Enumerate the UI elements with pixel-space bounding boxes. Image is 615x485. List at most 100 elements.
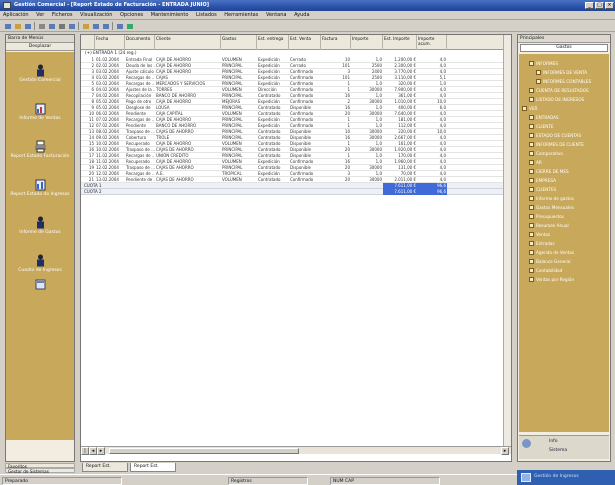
- column-header[interactable]: Importe acum.: [417, 35, 447, 50]
- tree-node[interactable]: INFORMES: [529, 60, 558, 67]
- tree-node[interactable]: VER: [522, 105, 537, 112]
- tree-node-label: Entradas: [536, 241, 555, 246]
- tab-report-2[interactable]: Report Est.: [130, 463, 176, 472]
- tree-node[interactable]: ESTADO DE CUENTAS: [529, 132, 581, 139]
- tree-node-label: CLIENTES: [536, 187, 557, 192]
- tree-node[interactable]: INFORMES DE CLIENTE: [529, 141, 584, 148]
- tree-node[interactable]: INFORMES CONTABLES: [536, 78, 591, 85]
- menu-item[interactable]: Ventana: [263, 11, 290, 19]
- shortcut-report-estado-facturacion[interactable]: Report Estado Facturación: [6, 140, 74, 160]
- column-header[interactable]: Est. entrega: [257, 35, 289, 50]
- folder-icon: [536, 70, 541, 75]
- column-header[interactable]: Fecha: [95, 35, 125, 50]
- tab-report-1[interactable]: Report Est.: [82, 463, 128, 472]
- minimize-button[interactable]: _: [585, 2, 594, 9]
- right-panel-selector[interactable]: Gastos: [520, 44, 608, 52]
- folder-icon: [529, 178, 534, 183]
- tree-node[interactable]: Informe de gastos: [529, 195, 574, 202]
- tree-node[interactable]: Ventas: [529, 231, 550, 238]
- menu-item[interactable]: Ayuda: [291, 11, 312, 19]
- copy-icon[interactable]: [67, 22, 76, 30]
- tree-node-label: AR: [536, 160, 542, 165]
- scrollbar-thumb[interactable]: [109, 448, 299, 454]
- shortcut-informe-gastos[interactable]: Informe de Gastos: [6, 216, 74, 236]
- menu-item[interactable]: Herramientas: [221, 11, 261, 19]
- preview-icon[interactable]: [47, 22, 56, 30]
- left-panel-header-button[interactable]: Desplazar: [6, 43, 74, 51]
- tree-node-label: Presupuestos: [536, 214, 564, 219]
- column-header[interactable]: Importe: [351, 35, 383, 50]
- folder-icon: [529, 214, 534, 219]
- save-icon[interactable]: [23, 22, 32, 30]
- open-icon[interactable]: [13, 22, 22, 30]
- scroll-right-icon[interactable]: ▸: [97, 447, 105, 455]
- tree-node[interactable]: ENTRADAS: [529, 114, 559, 121]
- new-icon[interactable]: [3, 22, 12, 30]
- tree-node[interactable]: CLIENTE: [529, 123, 553, 130]
- navigation-tree: INFORMES INFORMES DE VENTA INFORMES CONTAB…: [519, 54, 609, 432]
- tree-node[interactable]: Contabilidad: [529, 267, 562, 274]
- scroll-first-icon[interactable]: |: [81, 447, 89, 455]
- left-panel-footer: Favoritos Gestor de Sistemas: [5, 463, 75, 474]
- paste-icon[interactable]: [81, 22, 90, 30]
- tree-node[interactable]: Ventas por Región: [529, 276, 574, 283]
- cut-icon[interactable]: [57, 22, 66, 30]
- print-icon[interactable]: [37, 22, 46, 30]
- tray-notification[interactable]: Gestión de Ingresos: [517, 470, 615, 485]
- column-header[interactable]: Documento: [125, 35, 155, 50]
- tree-node[interactable]: Resumen Anual: [529, 222, 569, 229]
- menu-item[interactable]: Listados: [193, 11, 220, 19]
- tree-node[interactable]: Entradas: [529, 240, 555, 247]
- folder-icon: [529, 142, 534, 147]
- shortcut-informe-ventas[interactable]: Informe de Ventas: [6, 102, 74, 122]
- column-header[interactable]: [81, 35, 95, 50]
- menu-item[interactable]: Ver: [33, 11, 47, 19]
- tree-node[interactable]: Presupuestos: [529, 213, 564, 220]
- app-icon[interactable]: [3, 2, 11, 9]
- help-icon[interactable]: [125, 22, 134, 30]
- redo-icon[interactable]: [101, 22, 110, 30]
- folder-icon: [522, 106, 527, 111]
- tree-node[interactable]: CIERRE DE MES: [529, 168, 569, 175]
- column-header[interactable]: Est. Venta: [289, 35, 321, 50]
- maximize-button[interactable]: □: [595, 2, 604, 9]
- column-header[interactable]: Factura: [321, 35, 351, 50]
- title-bar: Gestión Comercial - [Report Estado de Fa…: [0, 0, 615, 11]
- tree-node[interactable]: AR: [529, 159, 542, 166]
- menu-item[interactable]: Opciones: [117, 11, 146, 19]
- column-header[interactable]: Est. Importe: [383, 35, 417, 50]
- tree-node[interactable]: EMPRESA: [529, 177, 556, 184]
- menu-item[interactable]: Ficheros: [49, 11, 76, 19]
- tree-node[interactable]: INFORMES DE VENTA: [536, 69, 587, 76]
- tree-node[interactable]: Gastos Mensuales: [529, 204, 574, 211]
- menu-item[interactable]: Aplicación: [0, 11, 32, 19]
- folder-icon: [529, 187, 534, 192]
- shortcut-report-estado-ingresos[interactable]: Report Estado de Ingresos: [6, 178, 74, 198]
- tree-node[interactable]: LISTADO DE INGRESOS: [529, 96, 584, 103]
- summary-row[interactable]: CUOTA 2 7.611,00 €96,6: [81, 189, 511, 195]
- horizontal-scrollbar[interactable]: | ◂ ▸ ▸: [81, 446, 511, 455]
- vertical-scrollbar[interactable]: [503, 35, 511, 446]
- scroll-left-icon[interactable]: ◂: [89, 447, 97, 455]
- folder-icon: [529, 61, 534, 66]
- scroll-end-icon[interactable]: ▸: [501, 447, 509, 455]
- shortcut-gestion-comercial[interactable]: Gestión Comercial: [6, 64, 74, 84]
- menu-item[interactable]: Mantenimiento: [148, 11, 192, 19]
- tree-node[interactable]: CLIENTES: [529, 186, 556, 193]
- tree-node-label: INFORMES DE CLIENTE: [536, 142, 584, 147]
- filter-icon[interactable]: [115, 22, 124, 30]
- menu-item[interactable]: Visualización: [77, 11, 115, 19]
- shortcut-cuadro-ingresos[interactable]: Cuadro de Ingresos: [6, 254, 74, 274]
- gestor-sistemas-item[interactable]: Gestor de Sistemas: [5, 468, 75, 474]
- tree-node[interactable]: CUENTA DE RESULTADOS: [529, 87, 589, 94]
- close-button[interactable]: ×: [605, 2, 614, 9]
- column-header[interactable]: Cliente: [155, 35, 221, 50]
- tree-node[interactable]: Balance General: [529, 258, 571, 265]
- info-icon[interactable]: [522, 439, 531, 448]
- undo-icon[interactable]: [91, 22, 100, 30]
- column-header[interactable]: Gastos: [221, 35, 257, 50]
- group-row[interactable]: (+) ENTRADA 1 (24 reg.): [81, 50, 511, 56]
- shortcut-document[interactable]: [6, 278, 74, 291]
- tree-node[interactable]: Comparativo: [529, 150, 563, 157]
- tree-node[interactable]: Agenda de Ventas: [529, 249, 574, 256]
